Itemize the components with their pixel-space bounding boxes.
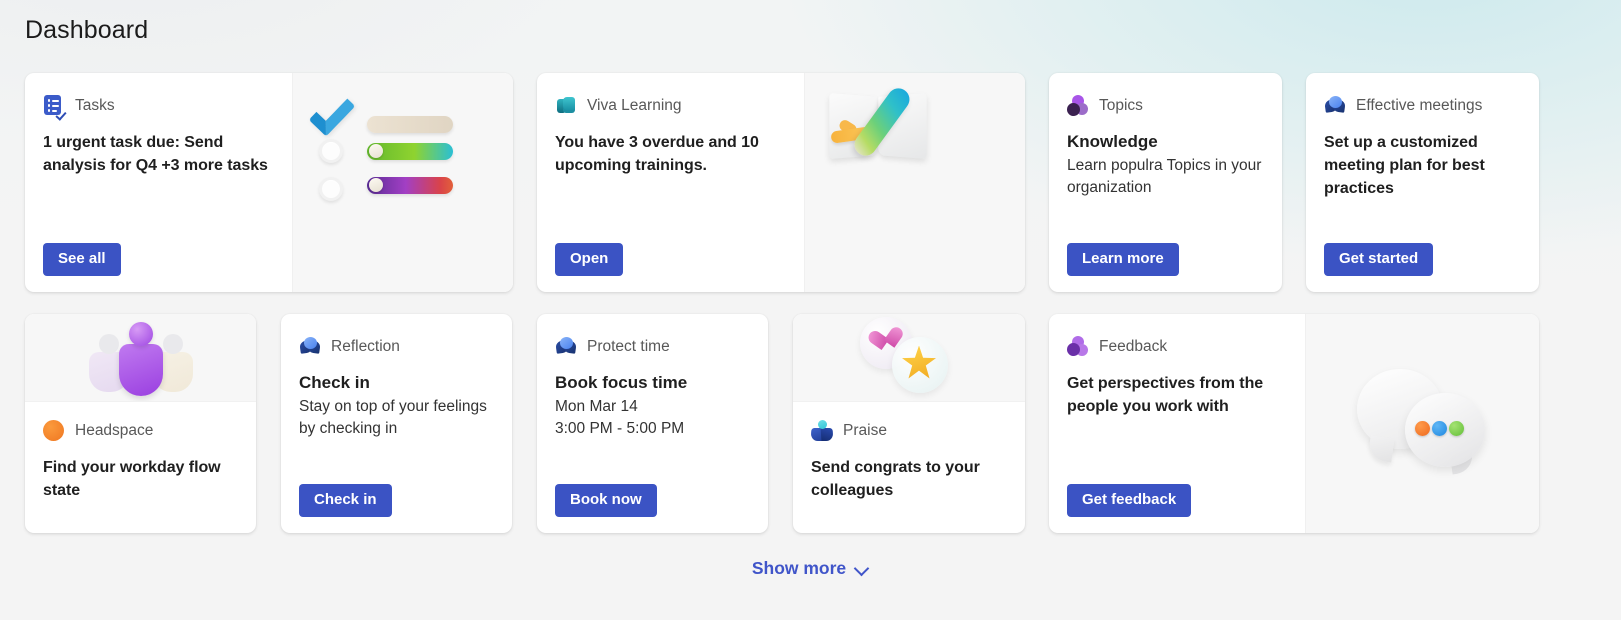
card-reflection-brand-label: Reflection — [331, 338, 400, 355]
card-headspace-brand-label: Headspace — [75, 422, 154, 439]
card-topics-title: Knowledge — [1067, 132, 1158, 151]
card-feedback-body: Feedback Get perspectives from the peopl… — [1049, 314, 1305, 533]
card-tasks-body: Tasks 1 urgent task due: Send analysis f… — [25, 73, 292, 292]
card-effective-meetings-brand-label: Effective meetings — [1356, 97, 1483, 114]
card-praise-art — [793, 314, 1025, 402]
card-topics-brand: Topics — [1067, 95, 1264, 117]
card-tasks-brand-label: Tasks — [75, 97, 115, 114]
card-tasks-art — [292, 73, 513, 292]
card-protect-time-body: Protect time Book focus time Mon Mar 14 … — [537, 314, 768, 533]
card-praise-brand: Praise — [810, 420, 1007, 442]
check-in-button[interactable]: Check in — [299, 483, 392, 517]
card-headspace[interactable]: Headspace Find your workday flow state — [25, 314, 256, 533]
tasks-illustration — [293, 73, 513, 292]
learn-more-button[interactable]: Learn more — [1067, 242, 1179, 276]
card-protect-time-time-range: 3:00 PM - 5:00 PM — [555, 420, 685, 438]
book-and-pen-illustration — [805, 73, 1025, 292]
card-tasks-brand: Tasks — [43, 95, 274, 121]
card-feedback-art — [1305, 314, 1539, 533]
card-praise-headline: Send congrats to your colleagues — [811, 459, 980, 500]
card-effective-meetings[interactable]: Effective meetings Set up a customized m… — [1306, 73, 1539, 292]
get-feedback-button[interactable]: Get feedback — [1067, 483, 1192, 517]
card-feedback-headline: Get perspectives from the people you wor… — [1067, 375, 1264, 416]
card-tasks-headline: 1 urgent task due: Send analysis for Q4 … — [43, 134, 268, 175]
card-viva-learning-brand-label: Viva Learning — [587, 97, 682, 114]
get-started-button[interactable]: Get started — [1324, 242, 1434, 276]
card-effective-meetings-brand: Effective meetings — [1324, 95, 1521, 117]
card-protect-time-date: Mon Mar 14 — [555, 398, 638, 416]
feedback-icon — [1067, 336, 1089, 358]
card-headspace-body: Headspace Find your workday flow state — [25, 402, 256, 533]
card-praise-body: Praise Send congrats to your colleagues — [793, 402, 1025, 533]
book-now-button[interactable]: Book now — [555, 483, 657, 517]
card-praise[interactable]: Praise Send congrats to your colleagues — [793, 314, 1025, 533]
topics-icon — [1067, 95, 1089, 117]
card-reflection-title: Check in — [299, 373, 370, 392]
card-reflection-body: Reflection Check in Stay on top of your … — [281, 314, 512, 533]
card-protect-time[interactable]: Protect time Book focus time Mon Mar 14 … — [537, 314, 768, 533]
card-reflection[interactable]: Reflection Check in Stay on top of your … — [281, 314, 512, 533]
card-protect-time-brand: Protect time — [555, 336, 750, 358]
praise-icon — [810, 420, 834, 442]
card-effective-meetings-headline: Set up a customized meeting plan for bes… — [1324, 134, 1485, 198]
card-viva-learning-art — [804, 73, 1025, 292]
show-more-button[interactable]: Show more — [0, 558, 1621, 579]
see-all-button[interactable]: See all — [43, 242, 121, 276]
dashboard-page: Dashboard Tasks 1 urgent task due: Send … — [0, 0, 1621, 620]
speech-bubbles-illustration — [1306, 314, 1539, 533]
card-headspace-headline: Find your workday flow state — [43, 459, 221, 500]
card-topics-body: Topics Knowledge Learn populra Topics in… — [1049, 73, 1282, 292]
card-tasks[interactable]: Tasks 1 urgent task due: Send analysis f… — [25, 73, 513, 292]
headspace-people-illustration — [25, 314, 256, 401]
card-reflection-brand: Reflection — [299, 336, 494, 358]
card-praise-brand-label: Praise — [843, 422, 887, 439]
card-topics-body-text: Learn populra Topics in your organizatio… — [1067, 157, 1262, 197]
headspace-icon — [43, 420, 65, 442]
card-feedback[interactable]: Feedback Get perspectives from the peopl… — [1049, 314, 1539, 533]
card-headspace-brand: Headspace — [43, 420, 238, 442]
insights-clover-icon — [299, 336, 321, 358]
show-more-label: Show more — [751, 558, 847, 578]
insights-clover-icon — [555, 336, 577, 358]
praise-heart-star-illustration — [793, 314, 1025, 401]
insights-clover-icon — [1324, 95, 1346, 117]
card-topics-brand-label: Topics — [1099, 97, 1143, 114]
card-protect-time-title: Book focus time — [555, 373, 688, 392]
open-button[interactable]: Open — [555, 242, 624, 276]
card-protect-time-brand-label: Protect time — [587, 338, 670, 355]
card-viva-learning-body: Viva Learning You have 3 overdue and 10 … — [537, 73, 804, 292]
chevron-down-icon — [855, 562, 869, 576]
card-viva-learning[interactable]: Viva Learning You have 3 overdue and 10 … — [537, 73, 1025, 292]
tasks-icon — [43, 95, 67, 121]
card-viva-learning-brand: Viva Learning — [555, 95, 786, 117]
card-feedback-brand: Feedback — [1067, 336, 1287, 358]
viva-learning-icon — [555, 95, 577, 117]
card-headspace-art — [25, 314, 256, 402]
page-title: Dashboard — [25, 16, 149, 44]
card-reflection-body-text: Stay on top of your feelings by checking… — [299, 398, 487, 438]
card-topics[interactable]: Topics Knowledge Learn populra Topics in… — [1049, 73, 1282, 292]
card-effective-meetings-body: Effective meetings Set up a customized m… — [1306, 73, 1539, 292]
card-feedback-brand-label: Feedback — [1099, 338, 1168, 355]
card-viva-learning-headline: You have 3 overdue and 10 upcoming train… — [555, 134, 759, 175]
